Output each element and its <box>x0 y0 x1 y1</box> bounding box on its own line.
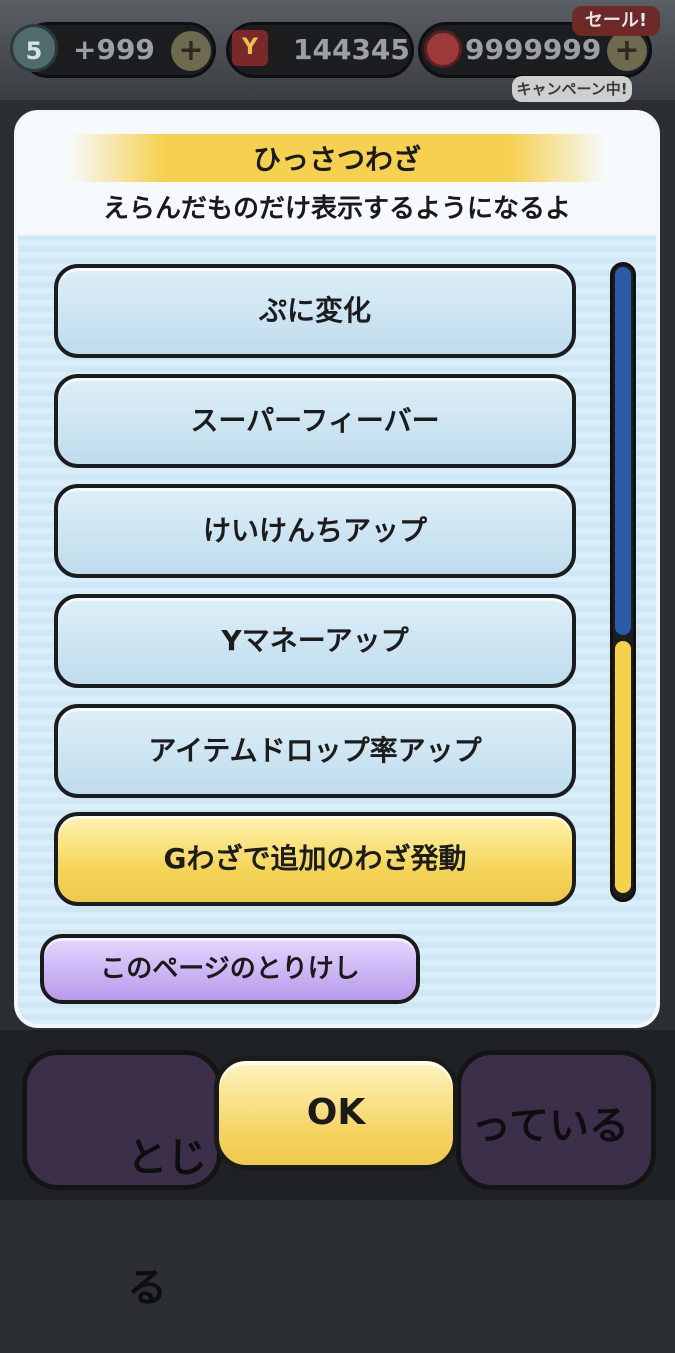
modal-subtitle: えらんだものだけ表示するようになるよ <box>102 194 571 224</box>
top-status-bar: +999 + 5 144345 Y 9999999 + セール! キャンペーン中… <box>0 0 675 102</box>
modal-header: ひっさつわざ えらんだものだけ表示するようになるよ <box>18 114 656 234</box>
campaign-badge: キャンペーン中! <box>512 76 632 102</box>
ticket-icon: Y <box>232 30 268 66</box>
stamina-icon: 5 <box>10 24 58 72</box>
scrollbar[interactable] <box>610 262 636 902</box>
stamina-value: +999 <box>73 33 155 66</box>
scrollbar-thumb[interactable] <box>615 641 631 893</box>
modal-title: ひっさつわざ <box>252 143 421 176</box>
owned-button-background: っている <box>456 1050 656 1190</box>
add-stamina-button[interactable]: + <box>171 31 211 71</box>
option-label: けいけんちアップ <box>202 514 427 547</box>
option-button[interactable]: スーパーフィーバー <box>54 374 576 468</box>
option-label: アイテムドロップ率アップ <box>148 734 482 767</box>
option-label: スーパーフィーバー <box>190 404 440 437</box>
option-button[interactable]: Gわざで追加のわざ発動 <box>54 812 576 906</box>
close-button-label: とじる <box>127 1135 207 1311</box>
add-coin-button[interactable]: + <box>607 31 647 71</box>
option-label: ぷに変化 <box>258 294 371 327</box>
ok-button[interactable]: OK <box>214 1056 458 1170</box>
option-label: Gわざで追加のわざ発動 <box>163 842 467 875</box>
owned-button-label: っている <box>471 1103 629 1149</box>
option-label: Yマネーアップ <box>221 624 409 657</box>
sale-badge[interactable]: セール! <box>572 6 660 36</box>
option-button[interactable]: ぷに変化 <box>54 264 576 358</box>
filter-modal: ひっさつわざ えらんだものだけ表示するようになるよ ぷに変化 スーパーフィーバー… <box>14 110 660 1028</box>
clear-page-button[interactable]: このページのとりけし <box>40 934 420 1004</box>
option-button[interactable]: アイテムドロップ率アップ <box>54 704 576 798</box>
option-button[interactable]: Yマネーアップ <box>54 594 576 688</box>
coin-value: 9999999 <box>465 33 602 66</box>
option-button[interactable]: けいけんちアップ <box>54 484 576 578</box>
close-button-background: とじる <box>22 1050 222 1311</box>
scrollbar-track-fill <box>615 267 631 635</box>
coin-icon <box>424 30 462 68</box>
ticket-value: 144345 <box>293 33 410 66</box>
